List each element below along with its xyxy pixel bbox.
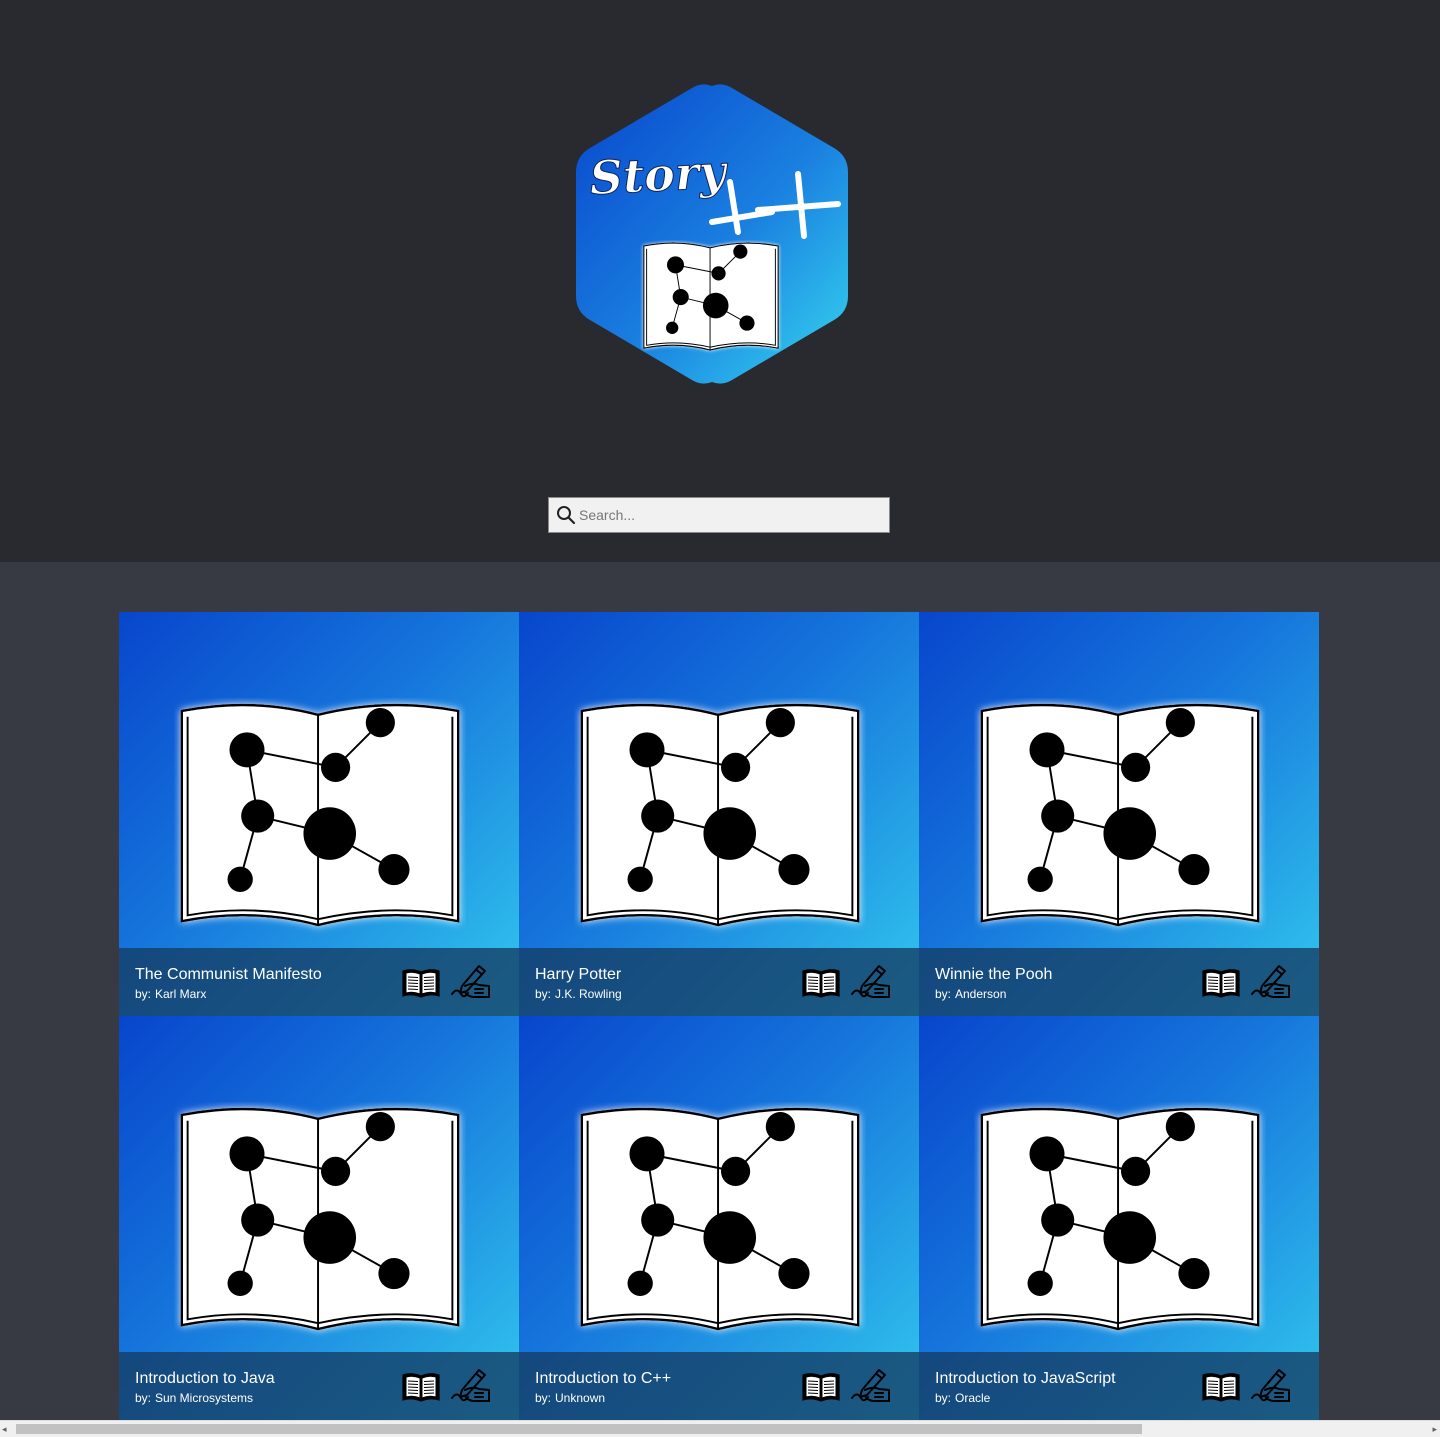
book-card[interactable]: Winnie the Pooh by: Anderson bbox=[919, 612, 1319, 1016]
book-title: Introduction to JavaScript bbox=[935, 1370, 1116, 1387]
book-title: Winnie the Pooh bbox=[935, 966, 1053, 983]
book-cover-image[interactable] bbox=[919, 1016, 1319, 1352]
author-prefix: by: bbox=[535, 1391, 552, 1405]
book-author: Unknown bbox=[555, 1391, 606, 1405]
scroll-right-arrow[interactable]: ▸ bbox=[1432, 1424, 1437, 1435]
book-title: Introduction to Java bbox=[135, 1370, 275, 1387]
book-card[interactable]: The Communist Manifesto by: Karl Marx bbox=[119, 612, 519, 1016]
scroll-left-arrow[interactable]: ◂ bbox=[2, 1424, 7, 1435]
book-card[interactable]: Introduction to Java by: Sun Microsystem… bbox=[119, 1016, 519, 1420]
book-title: The Communist Manifesto bbox=[135, 966, 322, 983]
read-book-icon[interactable] bbox=[401, 1370, 441, 1404]
book-author: J.K. Rowling bbox=[555, 987, 622, 1001]
search-icon bbox=[557, 506, 576, 525]
read-book-icon[interactable] bbox=[801, 1370, 841, 1404]
book-title: Introduction to C++ bbox=[535, 1370, 672, 1387]
book-cover-image[interactable] bbox=[919, 612, 1319, 948]
edit-book-icon[interactable] bbox=[449, 1368, 491, 1404]
read-book-icon[interactable] bbox=[1201, 1370, 1241, 1404]
book-card-footer: Introduction to Java by: Sun Microsystem… bbox=[119, 1352, 519, 1420]
book-cover-image[interactable] bbox=[519, 612, 919, 948]
edit-book-icon[interactable] bbox=[1249, 964, 1291, 1000]
author-prefix: by: bbox=[135, 987, 152, 1001]
edit-book-icon[interactable] bbox=[449, 964, 491, 1000]
author-prefix: by: bbox=[935, 987, 952, 1001]
book-author: Anderson bbox=[955, 987, 1007, 1001]
read-book-icon[interactable] bbox=[1201, 966, 1241, 1000]
book-title: Harry Potter bbox=[535, 966, 622, 983]
book-card-footer: Winnie the Pooh by: Anderson bbox=[919, 948, 1319, 1016]
book-card[interactable]: Introduction to JavaScript by: Oracle bbox=[919, 1016, 1319, 1420]
book-library: The Communist Manifesto by: Karl Marx Ha… bbox=[0, 562, 1440, 1420]
book-author: Sun Microsystems bbox=[155, 1391, 254, 1405]
scrollbar-thumb[interactable] bbox=[16, 1424, 1142, 1434]
edit-book-icon[interactable] bbox=[849, 1368, 891, 1404]
book-cover-image[interactable] bbox=[119, 1016, 519, 1352]
book-card-footer: Introduction to C++ by: Unknown bbox=[519, 1352, 919, 1420]
edit-book-icon[interactable] bbox=[849, 964, 891, 1000]
search-box[interactable] bbox=[548, 497, 890, 533]
author-prefix: by: bbox=[535, 987, 552, 1001]
search-input[interactable] bbox=[579, 502, 879, 528]
read-book-icon[interactable] bbox=[801, 966, 841, 1000]
book-card[interactable]: Harry Potter by: J.K. Rowling bbox=[519, 612, 919, 1016]
book-grid: The Communist Manifesto by: Karl Marx Ha… bbox=[119, 612, 1319, 1420]
svg-text:Story: Story bbox=[588, 144, 730, 205]
book-cover-image[interactable] bbox=[119, 612, 519, 948]
author-prefix: by: bbox=[135, 1391, 152, 1405]
read-book-icon[interactable] bbox=[401, 966, 441, 1000]
book-card-footer: Harry Potter by: J.K. Rowling bbox=[519, 948, 919, 1016]
book-card-footer: Introduction to JavaScript by: Oracle bbox=[919, 1352, 1319, 1420]
author-prefix: by: bbox=[935, 1391, 952, 1405]
edit-book-icon[interactable] bbox=[1249, 1368, 1291, 1404]
book-card[interactable]: Introduction to C++ by: Unknown bbox=[519, 1016, 919, 1420]
book-author: Oracle bbox=[955, 1391, 991, 1405]
horizontal-scrollbar[interactable]: ◂ ▸ bbox=[0, 1420, 1440, 1437]
book-card-footer: The Communist Manifesto by: Karl Marx bbox=[119, 948, 519, 1016]
story-plus-plus-logo[interactable]: Story bbox=[572, 82, 852, 386]
site-header: Story bbox=[0, 0, 1440, 562]
book-cover-image[interactable] bbox=[519, 1016, 919, 1352]
book-author: Karl Marx bbox=[155, 987, 207, 1001]
